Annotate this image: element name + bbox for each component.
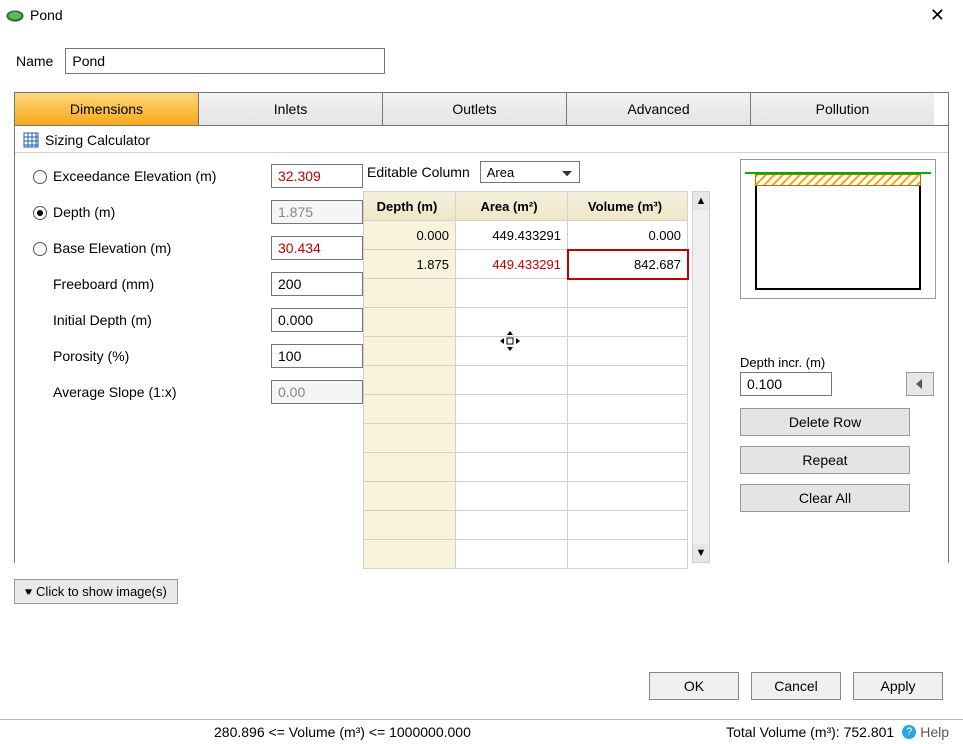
table-row[interactable] xyxy=(364,453,688,482)
ok-button[interactable]: OK xyxy=(649,672,739,700)
parameters-column: Exceedance Elevation (m) Depth (m) Base … xyxy=(23,153,363,563)
scroll-up-icon[interactable]: ▲ xyxy=(693,192,709,210)
editable-column-select[interactable]: Area xyxy=(480,161,580,183)
center-column: Editable Column Area Depth (m) Area (m²)… xyxy=(363,153,720,563)
table-row[interactable] xyxy=(364,308,688,337)
editable-column-label: Editable Column xyxy=(367,164,470,180)
cancel-button[interactable]: Cancel xyxy=(751,672,841,700)
base-elev-input[interactable] xyxy=(271,236,363,260)
delete-row-button[interactable]: Delete Row xyxy=(740,408,910,436)
help-icon[interactable]: ? xyxy=(902,725,916,739)
depth-input[interactable] xyxy=(271,200,363,224)
table-row[interactable]: 0.000449.4332910.000 xyxy=(364,221,688,250)
tab-dimensions[interactable]: Dimensions xyxy=(15,93,199,125)
geometry-table[interactable]: Depth (m) Area (m²) Volume (m³) 0.000449… xyxy=(363,191,688,569)
depth-incr-input[interactable] xyxy=(740,372,832,396)
tab-advanced-label: Advanced xyxy=(627,101,689,117)
window-title: Pond xyxy=(30,7,63,23)
table-row[interactable] xyxy=(364,279,688,308)
tab-dimensions-label: Dimensions xyxy=(70,101,143,117)
avg-slope-label: Average Slope (1:x) xyxy=(27,384,271,400)
table-row[interactable] xyxy=(364,337,688,366)
cross-section-preview xyxy=(740,159,936,299)
table-row[interactable] xyxy=(364,482,688,511)
col-volume[interactable]: Volume (m³) xyxy=(568,192,688,221)
name-row: Name xyxy=(0,26,963,92)
depth-incr-arrow-left-icon[interactable] xyxy=(906,372,934,396)
name-label: Name xyxy=(16,53,53,69)
table-row[interactable] xyxy=(364,424,688,453)
tabs-panel: Dimensions Inlets Outlets Advanced Pollu… xyxy=(14,92,949,563)
exceedance-elev-input[interactable] xyxy=(271,164,363,188)
base-elev-label: Base Elevation (m) xyxy=(53,240,271,256)
table-row[interactable] xyxy=(364,511,688,540)
sizing-heading-label: Sizing Calculator xyxy=(45,132,150,148)
avg-slope-input[interactable] xyxy=(271,380,363,404)
table-row[interactable]: 1.875449.433291842.687 xyxy=(364,250,688,279)
radio-base-elev[interactable] xyxy=(33,242,47,256)
depth-incr-label: Depth incr. (m) xyxy=(740,355,940,370)
clear-all-button[interactable]: Clear All xyxy=(740,484,910,512)
sizing-heading: Sizing Calculator xyxy=(15,126,948,152)
porosity-label: Porosity (%) xyxy=(27,348,271,364)
status-bar: 280.896 <= Volume (m³) <= 1000000.000 To… xyxy=(0,719,963,744)
tab-inlets-label: Inlets xyxy=(274,101,307,117)
help-link[interactable]: Help xyxy=(920,724,949,740)
tab-pollution-label: Pollution xyxy=(816,101,870,117)
freeboard-input[interactable] xyxy=(271,272,363,296)
table-row[interactable] xyxy=(364,366,688,395)
table-row[interactable] xyxy=(364,540,688,569)
grid-icon xyxy=(23,132,39,148)
initial-depth-label: Initial Depth (m) xyxy=(27,312,271,328)
tab-advanced[interactable]: Advanced xyxy=(567,93,751,125)
initial-depth-input[interactable] xyxy=(271,308,363,332)
table-row[interactable] xyxy=(364,395,688,424)
close-icon[interactable]: ✕ xyxy=(924,6,951,24)
name-input[interactable] xyxy=(65,48,385,74)
apply-button[interactable]: Apply xyxy=(853,672,943,700)
radio-exceedance-elev[interactable] xyxy=(33,170,47,184)
col-area[interactable]: Area (m²) xyxy=(456,192,568,221)
volume-range-status: 280.896 <= Volume (m³) <= 1000000.000 xyxy=(214,724,471,740)
porosity-input[interactable] xyxy=(271,344,363,368)
repeat-button[interactable]: Repeat xyxy=(740,446,910,474)
scroll-down-icon[interactable]: ▼ xyxy=(693,544,709,562)
tab-outlets[interactable]: Outlets xyxy=(383,93,567,125)
show-images-label: Click to show image(s) xyxy=(36,584,167,599)
col-depth[interactable]: Depth (m) xyxy=(364,192,456,221)
app-icon xyxy=(6,8,24,22)
right-column: Depth incr. (m) Delete Row Repeat Clear … xyxy=(720,153,940,563)
chevron-down-icon: ▾▾ xyxy=(25,585,28,598)
radio-depth[interactable] xyxy=(33,206,47,220)
freeboard-label: Freeboard (mm) xyxy=(27,276,271,292)
tab-pollution[interactable]: Pollution xyxy=(751,93,934,125)
tab-outlets-label: Outlets xyxy=(452,101,496,117)
titlebar: Pond ✕ xyxy=(0,0,963,26)
exceedance-elev-label: Exceedance Elevation (m) xyxy=(53,168,271,184)
tabs: Dimensions Inlets Outlets Advanced Pollu… xyxy=(15,93,934,126)
tab-inlets[interactable]: Inlets xyxy=(199,93,383,125)
total-volume-status: Total Volume (m³): 752.801 xyxy=(726,724,894,740)
table-scrollbar[interactable]: ▲ ▼ xyxy=(692,191,710,563)
show-images-button[interactable]: ▾▾ Click to show image(s) xyxy=(14,579,178,604)
depth-label: Depth (m) xyxy=(53,204,271,220)
panel-body: Exceedance Elevation (m) Depth (m) Base … xyxy=(15,152,948,563)
